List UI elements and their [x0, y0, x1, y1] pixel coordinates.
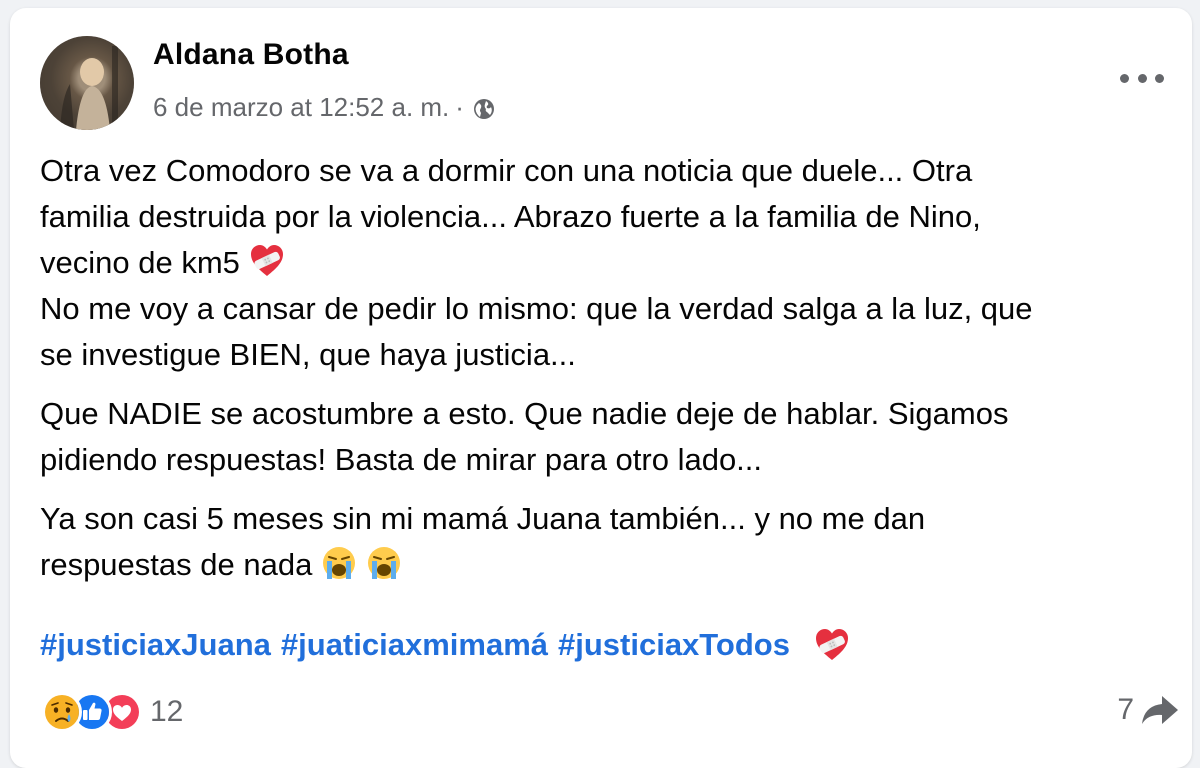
avatar[interactable]	[40, 36, 134, 130]
post-footer: 12 7	[40, 692, 1180, 740]
post-body: Otra vez Comodoro se va a dormir con una…	[40, 148, 1180, 601]
sad-reaction-icon	[42, 692, 82, 732]
post-header: Aldana Botha 6 de marzo at 12:52 a. m. ·	[40, 36, 1170, 136]
post-card: Aldana Botha 6 de marzo at 12:52 a. m. ·…	[10, 8, 1192, 768]
share-icon	[1140, 692, 1180, 728]
post-paragraph-3: Ya son casi 5 meses sin mi mamá Juana ta…	[40, 501, 926, 582]
reaction-summary[interactable]: 12	[42, 692, 183, 732]
post-paragraph-1: Otra vez Comodoro se va a dormir con una…	[40, 153, 1033, 372]
author-name[interactable]: Aldana Botha	[153, 38, 349, 72]
globe-icon[interactable]	[472, 97, 496, 121]
hashtag-link[interactable]: #juaticiaxmimamá	[281, 622, 548, 668]
heart-with-bandage-emoji	[249, 243, 285, 279]
post-timestamp[interactable]: 6 de marzo at 12:52 a. m.	[153, 92, 449, 123]
loudly-crying-face-emoji	[321, 545, 357, 581]
share-count: 7	[1117, 693, 1134, 726]
post-meta: 6 de marzo at 12:52 a. m. ·	[153, 92, 496, 123]
hashtag-link[interactable]: #justiciaxJuana	[40, 622, 271, 668]
hashtag-list: #justiciaxJuana #juaticiaxmimamá #justic…	[40, 622, 1180, 668]
meta-separator: ·	[455, 92, 464, 122]
post-paragraph-2: Que NADIE se acostumbre a esto. Que nadi…	[40, 396, 1009, 477]
loudly-crying-face-emoji	[366, 545, 402, 581]
hashtag-link[interactable]: #justiciaxTodos	[558, 622, 790, 668]
heart-with-bandage-emoji	[814, 627, 850, 663]
more-options-icon[interactable]	[1120, 68, 1164, 88]
share-count-button[interactable]: 7	[1117, 692, 1180, 728]
reaction-count: 12	[150, 695, 184, 728]
